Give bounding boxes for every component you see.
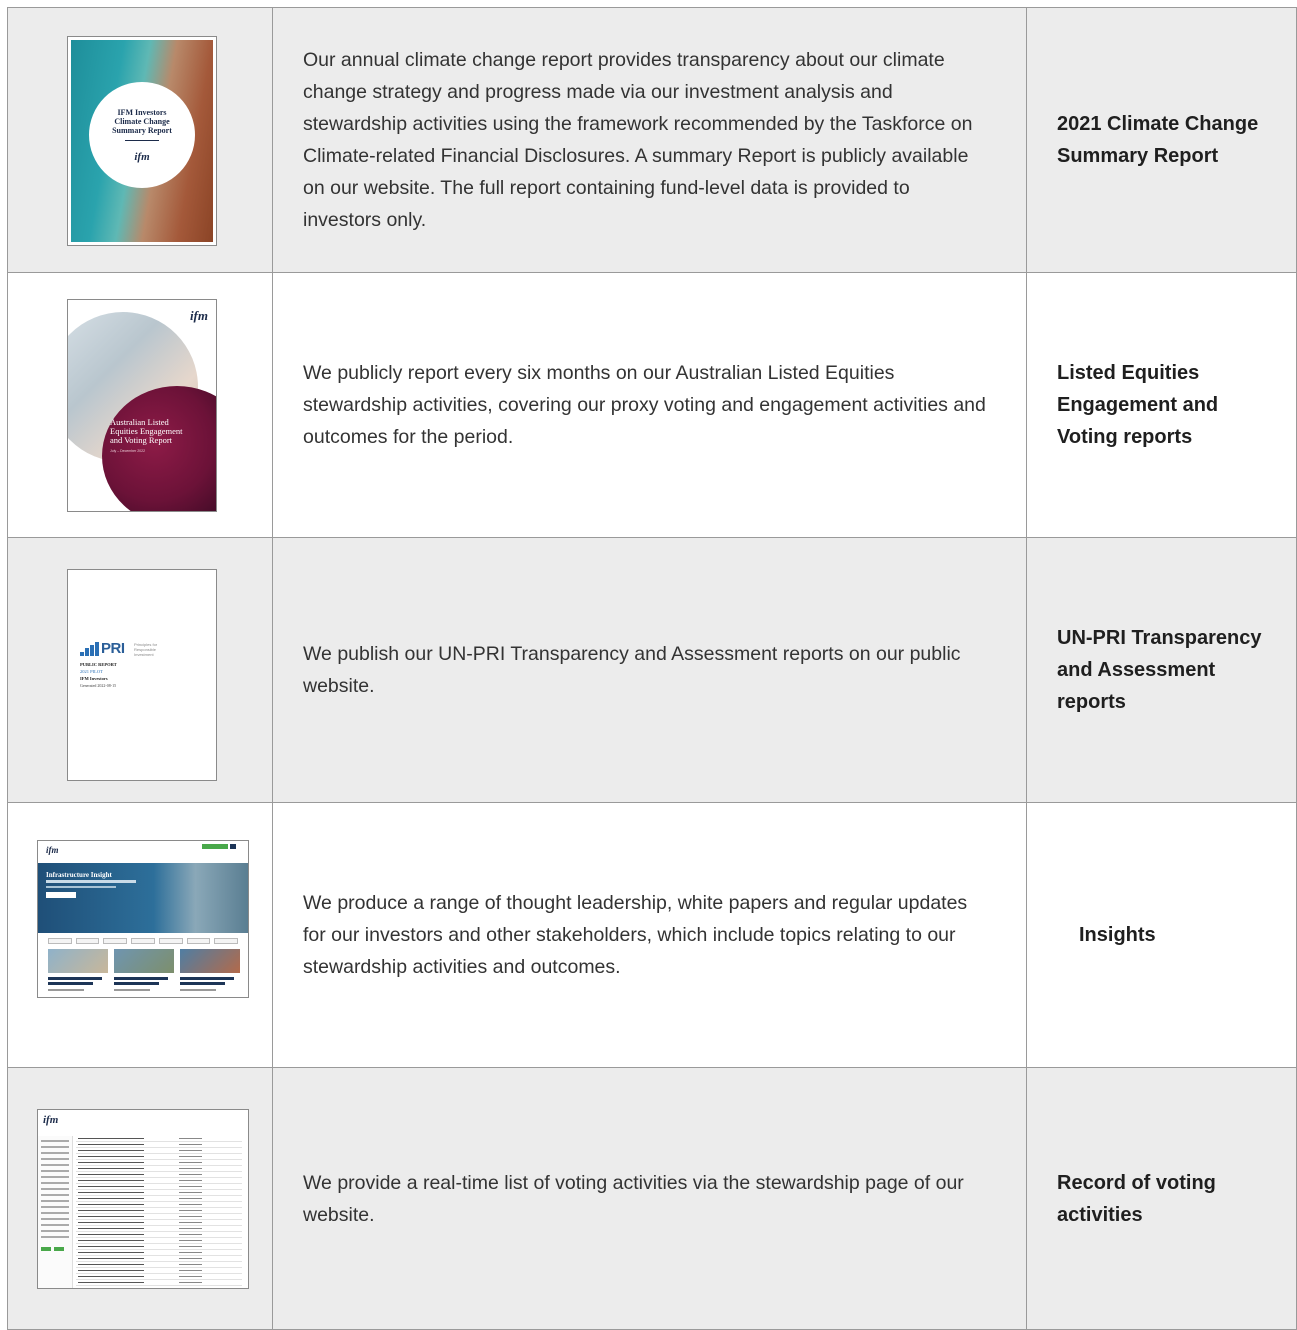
cover-title: Australian Listed Equities Engagement an…: [110, 418, 182, 445]
table-row: ifm Australian Listed Equities Engagemen…: [7, 272, 1297, 538]
thumbnail-cell: ifm: [7, 1067, 273, 1330]
row-description: We provide a real-time list of voting ac…: [303, 1171, 964, 1226]
insights-website-thumbnail[interactable]: ifm Infrastructure Insight: [37, 840, 249, 998]
ifm-logo-icon: ifm: [189, 308, 208, 323]
row-description: We publicly report every six months on o…: [303, 362, 986, 448]
title-cell: Listed Equities Engagement and Voting re…: [1026, 272, 1297, 538]
tab-strip: [48, 938, 239, 944]
cover-line: Generated 2022-08-15: [80, 683, 117, 688]
title-cell: UN-PRI Transparency and Assessment repor…: [1026, 537, 1297, 803]
report-title: Insights: [1079, 924, 1156, 946]
pri-logo-icon: [80, 642, 100, 656]
description-cell: We publish our UN-PRI Transparency and A…: [272, 537, 1027, 803]
pri-report-cover[interactable]: PRI Principles for Responsible Investmen…: [67, 569, 217, 781]
table-row: ifm We provide a real-time list of votin…: [7, 1067, 1297, 1330]
cover-line: PUBLIC REPORT: [80, 662, 117, 667]
cover-line: IFM Investors: [80, 676, 108, 681]
ifm-logo-icon: ifm: [134, 150, 150, 163]
article-card: [114, 949, 174, 997]
report-title: 2021 Climate Change Summary Report: [1057, 113, 1259, 167]
report-title: Listed Equities Engagement and Voting re…: [1057, 362, 1219, 448]
table-row: ifm Infrastructure Insight We produce a …: [7, 802, 1297, 1068]
voting-list-thumbnail[interactable]: ifm: [37, 1109, 249, 1289]
voting-list: [76, 1136, 242, 1288]
table-row: IFM Investors Climate Change Summary Rep…: [7, 7, 1297, 273]
voting-report-cover[interactable]: ifm Australian Listed Equities Engagemen…: [67, 299, 217, 512]
cover-line: 2021 PILOT: [80, 669, 103, 674]
description-cell: Our annual climate change report provide…: [272, 7, 1027, 273]
row-description: We produce a range of thought leadership…: [303, 892, 968, 978]
title-cell: 2021 Climate Change Summary Report: [1026, 7, 1297, 273]
cover-title-circle: IFM Investors Climate Change Summary Rep…: [89, 82, 195, 188]
thumbnail-cell: ifm Infrastructure Insight: [7, 802, 273, 1068]
climate-report-cover[interactable]: IFM Investors Climate Change Summary Rep…: [67, 36, 217, 246]
row-description: Our annual climate change report provide…: [303, 49, 973, 231]
button-shape: [230, 844, 236, 849]
thumbnail-cell: PRI Principles for Responsible Investmen…: [7, 537, 273, 803]
article-card: [180, 949, 240, 997]
title-cell: Record of voting activities: [1026, 1067, 1297, 1330]
thumbnail-cell: ifm Australian Listed Equities Engagemen…: [7, 272, 273, 538]
report-title: UN-PRI Transparency and Assessment repor…: [1057, 627, 1262, 713]
cover-title-line: and Voting Report: [110, 435, 173, 445]
report-title: Record of voting activities: [1057, 1171, 1216, 1226]
table-row: PRI Principles for Responsible Investmen…: [7, 537, 1297, 803]
cover-date: July – December 2022: [110, 449, 146, 453]
description-cell: We produce a range of thought leadership…: [272, 802, 1027, 1068]
cover-title-line: IFM Investors: [117, 107, 167, 117]
cover-title-line: Climate Change: [114, 116, 170, 126]
pri-brand-sub: Principles for Responsible Investment: [134, 642, 158, 657]
reports-table: IFM Investors Climate Change Summary Rep…: [7, 7, 1297, 1330]
description-cell: We provide a real-time list of voting ac…: [272, 1067, 1027, 1330]
thumbnail-cell: IFM Investors Climate Change Summary Rep…: [7, 7, 273, 273]
filter-sidebar: [38, 1136, 73, 1288]
button-shape: [202, 844, 228, 849]
cover-title-line: Summary Report: [112, 125, 172, 135]
ifm-logo-icon: ifm: [43, 1114, 59, 1126]
article-card: [48, 949, 108, 997]
ifm-logo-icon: ifm: [46, 845, 59, 855]
title-cell: Insights: [1026, 802, 1297, 1068]
pri-brand: PRI: [101, 640, 125, 657]
hero-title: Infrastructure Insight: [46, 871, 112, 879]
row-description: We publish our UN-PRI Transparency and A…: [303, 643, 961, 697]
divider: [125, 139, 159, 141]
description-cell: We publicly report every six months on o…: [272, 272, 1027, 538]
